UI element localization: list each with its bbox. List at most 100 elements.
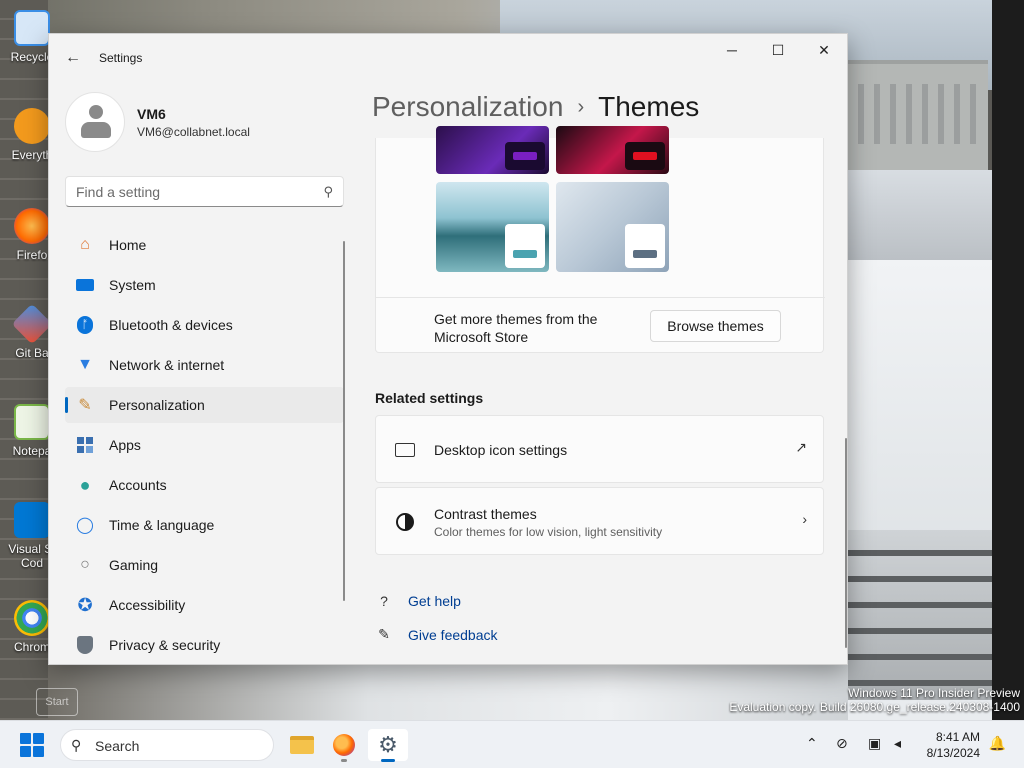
evaluation-watermark: Windows 11 Pro Insider Preview Evaluatio…: [729, 686, 1020, 714]
theme-accent-chip: [625, 142, 665, 170]
sidebar-item-label: Apps: [109, 437, 141, 453]
row-subtitle: Color themes for low vision, light sensi…: [434, 525, 663, 539]
sidebar-item-accessibility[interactable]: ✪ Accessibility: [65, 587, 344, 623]
watermark-line-2: Evaluation copy. Build 26080.ge_release.…: [729, 700, 1020, 714]
close-button[interactable]: ✕: [801, 34, 847, 66]
bluetooth-icon: ᚩ: [75, 315, 95, 335]
sidebar-scrollbar[interactable]: [343, 241, 345, 601]
minimize-icon: ─: [727, 42, 737, 58]
taskbar-firefox[interactable]: [324, 729, 364, 762]
system-clock[interactable]: 8:41 AM 8/13/2024: [927, 729, 980, 761]
theme-thumbnail-glow[interactable]: [436, 126, 549, 174]
network-disconnected-icon[interactable]: ⊘: [836, 735, 848, 752]
back-button[interactable]: ←: [61, 46, 85, 70]
shield-icon: [75, 635, 95, 655]
theme-thumbnail-captured-motion[interactable]: [556, 126, 669, 174]
sidebar-item-apps[interactable]: Apps: [65, 427, 344, 463]
related-settings-heading: Related settings: [375, 390, 484, 406]
breadcrumb-parent[interactable]: Personalization: [372, 91, 563, 122]
give-feedback-link[interactable]: ✎ Give feedback: [375, 626, 497, 643]
running-indicator: [341, 759, 347, 762]
globe-clock-icon: ◯: [76, 517, 94, 534]
sidebar-item-bluetooth[interactable]: ᚩ Bluetooth & devices: [65, 307, 344, 343]
notepad-icon: [14, 404, 50, 440]
maximize-button[interactable]: ☐: [755, 34, 801, 66]
search-icon: ⚲: [323, 184, 333, 199]
arrow-left-icon: ←: [65, 49, 81, 66]
avatar-head: [89, 105, 103, 119]
taskbar-settings[interactable]: ⚙: [368, 729, 408, 762]
user-email: VM6@collabnet.local: [137, 125, 250, 139]
start-ghost-button: Start: [36, 688, 78, 716]
sidebar-item-gaming[interactable]: ○ Gaming: [65, 547, 344, 583]
folder-icon: [290, 736, 314, 754]
content-scrollbar[interactable]: [845, 438, 847, 648]
sidebar-item-label: Network & internet: [109, 357, 225, 373]
gamepad-icon: ○: [80, 556, 90, 573]
sidebar-item-privacy-security[interactable]: Privacy & security: [65, 627, 344, 663]
title-bar: ← Settings ─ ☐ ✕: [49, 34, 847, 82]
chrome-icon: [14, 600, 50, 636]
brush-icon: ✎: [78, 397, 92, 414]
taskbar: ⚲ Search ⚙ ⌃ ⊘ ▣ ◂ 8:41 AM 8/13/2024 🔔: [0, 720, 1024, 768]
theme-accent-chip: [625, 224, 665, 268]
sidebar-nav: ⌂ Home System ᚩ Bluetooth & devices ▼ Ne…: [65, 227, 344, 664]
taskbar-search[interactable]: ⚲ Search: [60, 729, 274, 761]
volume-muted-icon[interactable]: ◂: [894, 735, 901, 752]
theme-thumbnail-sunrise[interactable]: [556, 182, 669, 272]
feedback-icon: ✎: [378, 626, 390, 642]
git-bash-icon: [11, 303, 53, 345]
chevron-right-icon: ›: [577, 96, 585, 118]
contrast-themes-row[interactable]: Contrast themes Color themes for low vis…: [375, 487, 824, 555]
sidebar-item-label: Gaming: [109, 557, 159, 573]
apps-icon: [75, 435, 95, 455]
windows-logo-tile: [33, 746, 44, 757]
accessibility-icon: ✪: [77, 594, 93, 615]
gear-icon: ⚙: [378, 732, 398, 757]
sidebar-item-label: Accessibility: [109, 597, 186, 613]
sidebar-item-network[interactable]: ▼ Network & internet: [65, 347, 344, 383]
sidebar-item-time-language[interactable]: ◯ Time & language: [65, 507, 344, 543]
main-content: Get more themes from the Microsoft Store…: [375, 126, 825, 664]
theme-accent-chip: [505, 224, 545, 268]
wallpaper-building: [848, 60, 988, 170]
minimize-button[interactable]: ─: [709, 34, 755, 66]
vscode-icon: [14, 502, 50, 538]
sidebar-item-label: Accounts: [109, 477, 167, 493]
taskbar-search-label: Search: [95, 738, 140, 754]
search-input[interactable]: [66, 177, 306, 206]
chevron-up-icon[interactable]: ⌃: [806, 735, 818, 752]
taskbar-file-explorer[interactable]: [282, 729, 322, 761]
close-icon: ✕: [818, 41, 830, 58]
microsoft-store-themes-text: Get more themes from the Microsoft Store: [434, 311, 598, 345]
user-name: VM6: [137, 106, 166, 122]
sidebar-item-system[interactable]: System: [65, 267, 344, 303]
search-icon: ⚲: [71, 737, 82, 753]
divider: [376, 297, 825, 298]
theme-thumbnail-flow[interactable]: [436, 182, 549, 272]
windows-logo-tile: [20, 746, 31, 757]
sidebar-item-personalization[interactable]: ✎ Personalization: [65, 387, 344, 423]
windows-logo-tile: [20, 733, 31, 744]
external-link-icon: ↗: [795, 439, 807, 455]
display-icon: [75, 275, 95, 295]
sidebar-item-label: Home: [109, 237, 147, 253]
windows-logo-tile: [33, 733, 44, 744]
sidebar-item-label: System: [109, 277, 156, 293]
get-help-link[interactable]: ? Get help: [375, 593, 461, 609]
themes-card: Get more themes from the Microsoft Store…: [375, 126, 825, 353]
user-profile[interactable]: VM6 VM6@collabnet.local: [65, 92, 345, 162]
desktop-icon-settings-row[interactable]: Desktop icon settings ↗: [375, 415, 824, 483]
notification-bell-icon[interactable]: 🔔: [989, 735, 1006, 752]
wallpaper-edge: [992, 0, 1024, 720]
sidebar-item-accounts[interactable]: ● Accounts: [65, 467, 344, 503]
sidebar-item-home[interactable]: ⌂ Home: [65, 227, 344, 263]
monitor-icon: [394, 440, 416, 460]
start-button[interactable]: [20, 733, 44, 757]
chevron-right-icon: ›: [802, 511, 807, 527]
browse-themes-button[interactable]: Browse themes: [650, 310, 781, 342]
clock-date: 8/13/2024: [926, 746, 980, 760]
find-setting-search[interactable]: ⚲: [65, 176, 344, 207]
sidebar-item-label: Privacy & security: [109, 637, 221, 653]
display-icon[interactable]: ▣: [868, 735, 881, 752]
